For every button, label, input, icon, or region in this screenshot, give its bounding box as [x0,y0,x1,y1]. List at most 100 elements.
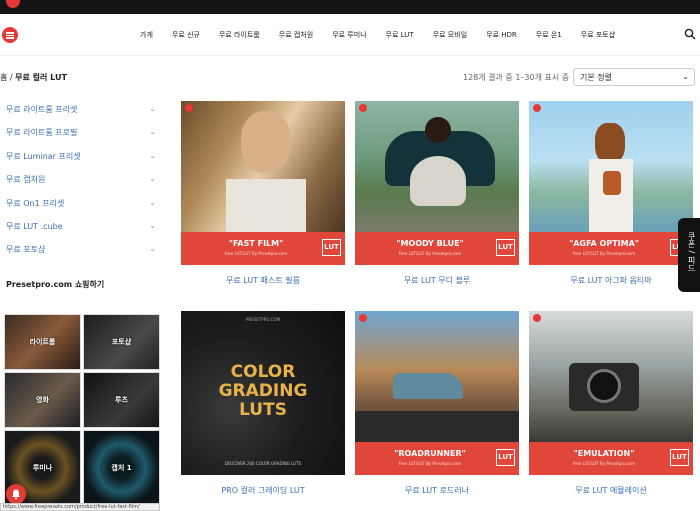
product-image[interactable] [355,311,519,442]
product-image[interactable]: PRESETPRO.COM COLOR GRADING LUTS DISCOVE… [181,311,345,475]
sidebar-item-lightroom-profiles[interactable]: 무료 라이트룸 프로필 ⌄ [0,127,160,150]
lut-badge: LUT [496,449,515,466]
nav-link-free-lightroom[interactable]: 무료 라이트룸 [219,30,260,40]
sidebar-item-on1-presets[interactable]: 무료 On1 프리셋 ⌄ [0,198,160,221]
nav-link-free-luminar[interactable]: 무료 루미나 [332,30,366,40]
sidebar-item-label: 무료 LUT .cube [6,221,63,231]
white-dress [589,159,633,232]
brand-badge-icon [359,104,367,112]
top-bar [0,0,700,14]
shop-tile-label: 라이트룸 [29,338,56,346]
notification-bell-button[interactable] [6,484,26,504]
sidebar-item-lut-cube[interactable]: 무료 LUT .cube ⌄ [0,221,160,244]
lut-badge: LUT [670,449,689,466]
product-subtitle: Free LUT/LUT By Presetpro.com [224,251,288,256]
portrait-shirt [226,179,306,232]
nav-link-free-photoshop[interactable]: 무료 포토샵 [581,30,615,40]
backpack [603,171,621,195]
shop-tile-label: 포토샵 [111,338,132,346]
product-title-link[interactable]: 무료 LUT 에뮬레이션 [529,485,693,496]
nav-link-free-captureone[interactable]: 무료 캡처원 [279,30,313,40]
product-name: "EMULATION" [573,449,635,458]
shop-tile-cinematic[interactable]: 영화 [4,372,81,428]
shop-tile-photoshop[interactable]: 포토샵 [83,314,160,370]
portrait-figure [241,111,291,173]
sort-selected-value: 기본 정렬 [580,73,612,82]
breadcrumb-home[interactable]: 홈 [0,73,7,82]
shop-tile-label: 루츠 [115,396,128,404]
shop-section-title: Presetpro.com 쇼핑하기 [6,280,105,289]
product-subtitle: Free LUT/LUT By Presetpro.com [398,251,462,256]
result-count: 128개 결과 중 1–30개 표시 중 [463,73,570,82]
shop-tile-label: 영화 [36,396,49,404]
product-image[interactable] [529,311,693,442]
product-image[interactable] [181,101,345,232]
bell-icon [12,489,20,500]
feedback-label: 쿠폰 / 피드 [687,232,696,272]
product-title-link[interactable]: 무료 LUT 패스트 필름 [181,275,345,286]
nav-link-free-new[interactable]: 무료 신규 [172,30,200,40]
product-label-band: "MOODY BLUE" Free LUT/LUT By Presetpro.c… [355,232,519,265]
promo-line-1: COLOR [230,362,296,382]
chevron-down-icon[interactable]: ⌄ [149,151,156,160]
shop-tile-lightroom[interactable]: 라이트룸 [4,314,81,370]
sidebar-item-captureone[interactable]: 무료 캡처원 ⌄ [0,174,160,197]
promo-line-2: GRADING [218,381,308,401]
nav-link-free-mobile[interactable]: 무료 모바일 [433,30,467,40]
product-title-link[interactable]: 무료 LUT 아그파 옵티마 [529,275,693,286]
product-image[interactable] [529,101,693,232]
sidebar-item-label: 무료 On1 프리셋 [6,198,65,208]
vintage-car [393,373,463,399]
brand-badge-icon [359,314,367,322]
product-subtitle: Free LUT/LUT By Presetpro.com [572,461,636,466]
browser-status-bar: https://www.freepresets.com/product/free… [0,503,160,511]
chevron-down-icon[interactable]: ⌄ [149,104,156,113]
product-name: "ROADRUNNER" [394,449,466,458]
nav-link-free-lut[interactable]: 무료 LUT [386,30,414,40]
product-name: "AGFA OPTIMA" [569,239,639,248]
sidebar-categories: 무료 라이트룸 프리셋 ⌄ 무료 라이트룸 프로필 ⌄ 무료 Luminar 프리셋… [0,104,160,268]
main-navigation: 가게 무료 신규 무료 라이트룸 무료 캡처원 무료 루미나 무료 LUT 무료… [0,14,700,56]
sidebar-item-lightroom-presets[interactable]: 무료 라이트룸 프리셋 ⌄ [0,104,160,127]
product-label-band: "ROADRUNNER" Free LUT/LUT By Presetpro.c… [355,442,519,475]
chevron-down-icon[interactable]: ⌄ [149,198,156,207]
product-title-link[interactable]: 무료 LUT 무디 블루 [355,275,519,286]
sidebar-item-label: 무료 라이트룸 프리셋 [6,105,78,114]
breadcrumb: 홈 / 무료 컬러 LUT [0,72,67,83]
feedback-tab[interactable]: 쿠폰 / 피드 [678,218,700,292]
sidebar-item-label: 무료 포토샵 [6,245,46,255]
nav-link-free-on1[interactable]: 무료 온1 [536,30,562,40]
shop-tile-label: 루미나 [32,464,53,472]
model-hair [425,117,451,143]
chevron-down-icon[interactable]: ⌄ [149,244,156,253]
nav-links: 가게 무료 신규 무료 라이트룸 무료 캡처원 무료 루미나 무료 LUT 무료… [140,30,634,40]
product-label-band: "FAST FILM" Free LUT/LUT By Presetpro.co… [181,232,345,265]
chevron-down-icon[interactable]: ⌄ [149,127,156,136]
brand-badge-icon [185,104,193,112]
product-title-link[interactable]: 무료 LUT 로드러너 [355,485,519,496]
camera-lens [587,369,621,403]
product-label-band: "AGFA OPTIMA" Free LUT/LUT By Presetpro.… [529,232,693,265]
shop-tile-captureone[interactable]: 캡처 1 [83,430,160,506]
product-image[interactable] [355,101,519,232]
nav-link-free-hdr[interactable]: 무료 HDR [486,30,517,40]
sort-select[interactable]: 기본 정렬 ⌄ [573,68,695,86]
chevron-down-icon[interactable]: ⌄ [149,221,156,230]
search-icon[interactable] [684,28,696,40]
logo-icon[interactable] [6,0,20,8]
model-hair [595,123,625,163]
sidebar-item-label: 무료 캡처원 [6,175,46,185]
promo-headline: COLOR GRADING LUTS [181,363,345,420]
sidebar-item-photoshop[interactable]: 무료 포토샵 ⌄ [0,244,160,267]
brand-badge-icon [533,314,541,322]
hamburger-menu-icon[interactable] [2,27,18,43]
sidebar-item-luminar-presets[interactable]: 무료 Luminar 프리셋 ⌄ [0,151,160,174]
chevron-down-icon[interactable]: ⌄ [149,174,156,183]
shop-tile-luts[interactable]: 루츠 [83,372,160,428]
product-subtitle: Free LUT/LUT By Presetpro.com [398,461,462,466]
breadcrumb-separator: / [9,73,13,82]
polka-dress [410,156,466,206]
road [355,411,519,442]
product-title-link[interactable]: PRO 컬러 그레이딩 LUT [181,485,345,496]
nav-link-shop[interactable]: 가게 [140,30,153,40]
